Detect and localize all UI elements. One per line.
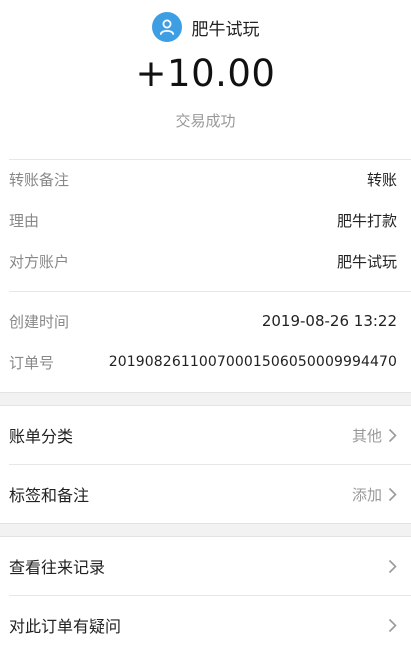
bill-detail-page: 肥牛试玩 +10.00 交易成功 转账备注 转账 理由 肥牛打款 对方账户 肥牛… — [0, 0, 411, 649]
detail-value: 肥牛打款 — [336, 211, 397, 230]
divider — [9, 291, 411, 292]
action-right: 其他 — [352, 425, 397, 446]
detail-label: 理由 — [9, 211, 40, 230]
detail-value: 肥牛试玩 — [336, 252, 397, 271]
chevron-right-icon — [388, 618, 397, 632]
detail-row-counterparty: 对方账户 肥牛试玩 — [9, 250, 397, 272]
action-hint: 其他 — [351, 426, 382, 445]
tags-and-notes-row[interactable]: 标签和备注 添加 — [0, 465, 411, 523]
section-gap — [0, 523, 411, 537]
action-label: 查看往来记录 — [9, 558, 106, 577]
detail-row-reason: 理由 肥牛打款 — [9, 209, 397, 231]
detail-label: 转账备注 — [9, 170, 70, 189]
chevron-right-icon — [388, 559, 397, 573]
merchant: 肥牛试玩 — [0, 12, 411, 42]
divider — [9, 159, 411, 160]
detail-label: 创建时间 — [9, 312, 70, 331]
detail-row-created-time: 创建时间 2019-08-26 13:22 — [9, 310, 397, 332]
merchant-name: 肥牛试玩 — [191, 19, 260, 40]
detail-value: 2019-08-26 13:22 — [261, 312, 397, 330]
detail-label: 对方账户 — [9, 252, 70, 271]
amount: +10.00 — [135, 52, 276, 95]
action-right — [388, 559, 397, 574]
detail-row-transfer-note: 转账备注 转账 — [9, 168, 397, 190]
chevron-right-icon — [388, 487, 397, 501]
transaction-header: 肥牛试玩 +10.00 交易成功 — [0, 0, 411, 160]
detail-row-order-number: 订单号 2019082611007000150605000999447​0 — [9, 351, 397, 373]
transaction-status: 交易成功 — [175, 112, 236, 130]
action-label: 标签和备注 — [9, 486, 90, 505]
user-icon — [151, 12, 182, 42]
section-gap — [0, 392, 411, 406]
bill-category-row[interactable]: 账单分类 其他 — [0, 406, 411, 464]
detail-value: 转账 — [366, 170, 397, 189]
action-label: 账单分类 — [9, 427, 74, 446]
view-history-row[interactable]: 查看往来记录 — [0, 537, 411, 595]
order-question-row[interactable]: 对此订单有疑问 — [0, 596, 411, 649]
detail-value: 2019082611007000150605000999447​0 — [108, 354, 397, 370]
action-hint: 添加 — [351, 485, 382, 504]
action-right — [388, 618, 397, 633]
detail-label: 订单号 — [9, 353, 55, 372]
chevron-right-icon — [388, 428, 397, 442]
action-label: 对此订单有疑问 — [9, 617, 122, 636]
action-right: 添加 — [352, 484, 397, 505]
